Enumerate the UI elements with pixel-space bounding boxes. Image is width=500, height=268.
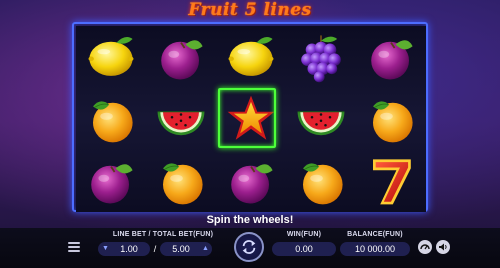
watermelon-icon: [157, 111, 205, 136]
spin-button[interactable]: [234, 232, 264, 262]
reel-2: [146, 26, 216, 212]
orange-icon: [373, 101, 413, 143]
plum-icon: [91, 164, 133, 204]
watermelon-symbol: [286, 88, 356, 150]
orange-symbol: [76, 88, 146, 150]
watermelon-symbol: [146, 88, 216, 150]
lemon-icon: [88, 36, 134, 76]
orange-symbol: [146, 150, 216, 212]
orange-symbol: [356, 88, 426, 150]
balance-label: BALANCE(FUN): [347, 231, 403, 238]
grapes-icon: [301, 35, 341, 83]
line-bet-value: 1.00: [120, 244, 138, 254]
sound-icon[interactable]: [436, 240, 450, 254]
line-bet-decrease[interactable]: ▼: [102, 245, 109, 252]
seven-icon: [373, 159, 411, 205]
lemon-icon: [228, 36, 274, 76]
status-message: Spin the wheels!: [206, 214, 294, 226]
spin-arrows-icon: [242, 240, 256, 254]
game-logo: Fruit 5 lines: [188, 0, 312, 20]
speedometer-icon[interactable]: [418, 240, 432, 254]
balance-value: 10 000.00: [354, 244, 396, 254]
plum-icon: [161, 40, 203, 80]
grapes-symbol: [286, 26, 356, 88]
plum-symbol: [216, 150, 286, 212]
total-bet-increase[interactable]: ▲: [202, 245, 209, 252]
reel-1: [76, 26, 146, 212]
reel-4: [286, 26, 356, 212]
plum-symbol: [356, 26, 426, 88]
plum-icon: [231, 164, 273, 204]
win-value: 0.00: [295, 244, 313, 254]
reel-5: [356, 26, 426, 212]
orange-icon: [93, 101, 133, 143]
winning-symbol-highlight: [218, 88, 276, 148]
plum-symbol: [76, 150, 146, 212]
total-bet-value: 5.00: [172, 244, 190, 254]
plum-symbol: [146, 26, 216, 88]
win-label: WIN(FUN): [286, 231, 322, 238]
plum-icon: [371, 40, 413, 80]
watermelon-icon: [297, 111, 345, 136]
orange-icon: [303, 163, 343, 205]
lemon-symbol: [216, 26, 286, 88]
seven-symbol: [356, 150, 426, 212]
bet-separator: /: [153, 244, 157, 254]
menu-icon[interactable]: [68, 242, 80, 252]
lemon-symbol: [76, 26, 146, 88]
orange-symbol: [286, 150, 356, 212]
orange-icon: [163, 163, 203, 205]
line-bet-label: LINE BET / TOTAL BET(FUN): [112, 231, 214, 238]
